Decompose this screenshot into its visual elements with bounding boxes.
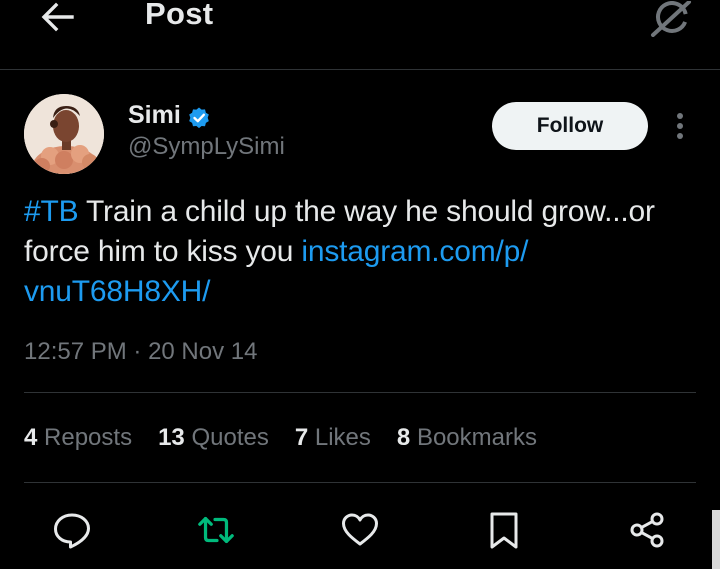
avatar-image [24, 94, 104, 174]
avatar[interactable] [24, 94, 104, 174]
tweet-text: #TB Train a child up the way he should g… [24, 192, 714, 312]
stat-label: Bookmarks [416, 424, 537, 451]
stat-count: 13 [158, 424, 185, 451]
timestamp-separator: · [126, 338, 149, 365]
repost-button[interactable] [196, 510, 236, 550]
post-timestamp[interactable]: 12:57 PM · 20 Nov 14 [24, 338, 257, 366]
back-button[interactable] [36, 0, 78, 34]
arrow-left-icon [41, 2, 74, 32]
bookmark-button[interactable] [484, 510, 524, 550]
stat-label: Quotes [191, 424, 269, 451]
stat-count: 8 [396, 424, 411, 451]
more-vertical-icon [677, 113, 683, 139]
top-bar: Post [0, 0, 720, 70]
share-button[interactable] [628, 510, 668, 550]
stat-likes[interactable]: 7 Likes [295, 424, 371, 452]
author-handle[interactable]: @SympLySimi [128, 133, 285, 161]
page-title: Post [145, 0, 214, 31]
verified-badge-icon [189, 107, 209, 129]
reply-icon [54, 513, 90, 549]
share-icon [630, 512, 664, 548]
divider [24, 392, 696, 393]
grok-icon [651, 1, 691, 37]
stat-label: Likes [314, 424, 371, 451]
like-button[interactable] [340, 510, 380, 550]
engagement-stats: 4 Reposts 13 Quotes 7 Likes 8 Bookmarks [24, 424, 563, 454]
bookmark-icon [490, 512, 518, 549]
post-date: 20 Nov 14 [148, 338, 258, 365]
post-page: Post Simi @SympLySimi Follow #TB Train a… [0, 0, 720, 569]
reply-button[interactable] [52, 510, 92, 550]
like-icon [342, 513, 378, 546]
divider [24, 482, 696, 483]
follow-button[interactable]: Follow [492, 102, 648, 150]
stat-label: Reposts [44, 424, 133, 451]
repost-icon [198, 516, 234, 544]
scrollbar-thumb[interactable] [712, 510, 720, 569]
stat-count: 7 [294, 424, 309, 451]
stat-count: 4 [24, 424, 38, 451]
grok-button[interactable] [648, 0, 694, 38]
author-name[interactable]: Simi [128, 101, 181, 130]
stat-reposts[interactable]: 4 Reposts [24, 424, 132, 452]
stat-quotes[interactable]: 13 Quotes [158, 424, 269, 452]
more-options-button[interactable] [666, 108, 694, 144]
stat-bookmarks[interactable]: 8 Bookmarks [397, 424, 537, 452]
hashtag-link[interactable]: #TB [24, 195, 79, 228]
post-time: 12:57 PM [24, 338, 127, 365]
